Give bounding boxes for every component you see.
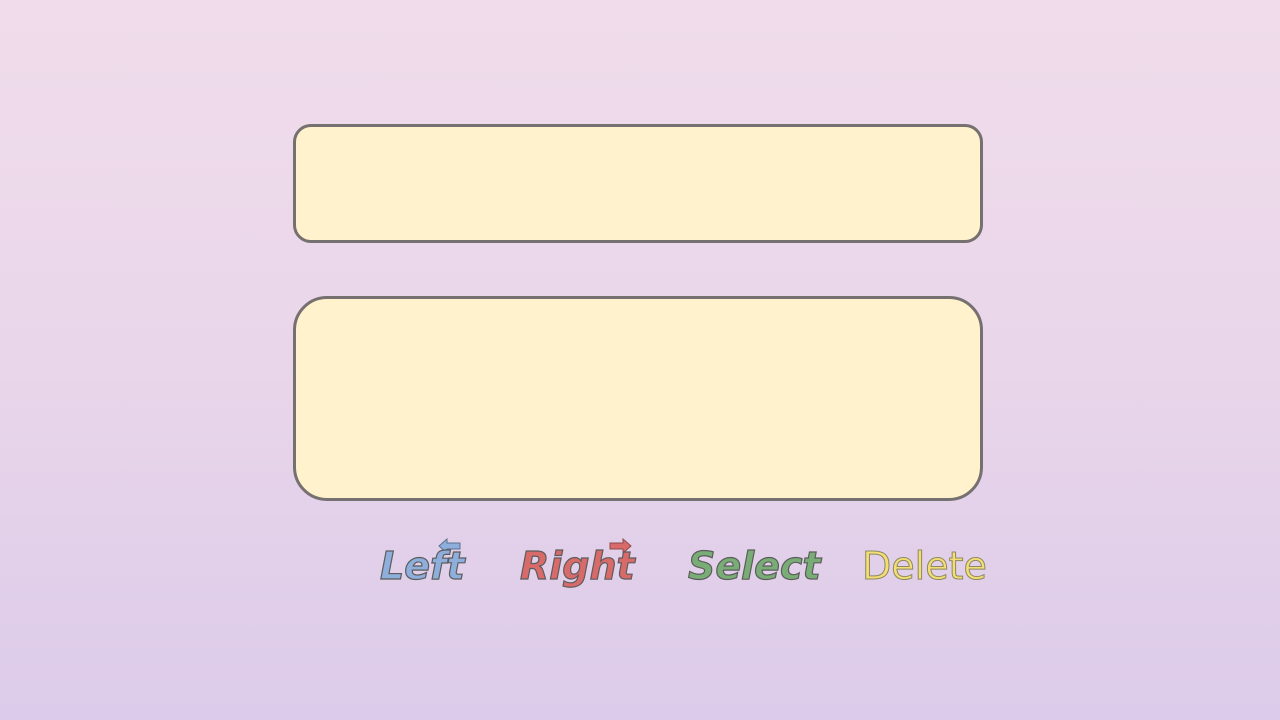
bottom-text-panel	[293, 296, 983, 501]
top-text-panel	[293, 124, 983, 243]
left-button-label: Left	[379, 543, 465, 588]
control-bar: Left Right Select Delete	[0, 530, 1280, 600]
select-button-label: Select	[687, 543, 821, 588]
bottom-panel-text	[296, 299, 980, 498]
right-button-label: Right	[519, 543, 635, 588]
top-panel-text	[296, 127, 980, 240]
delete-button-label: Delete	[862, 544, 988, 589]
